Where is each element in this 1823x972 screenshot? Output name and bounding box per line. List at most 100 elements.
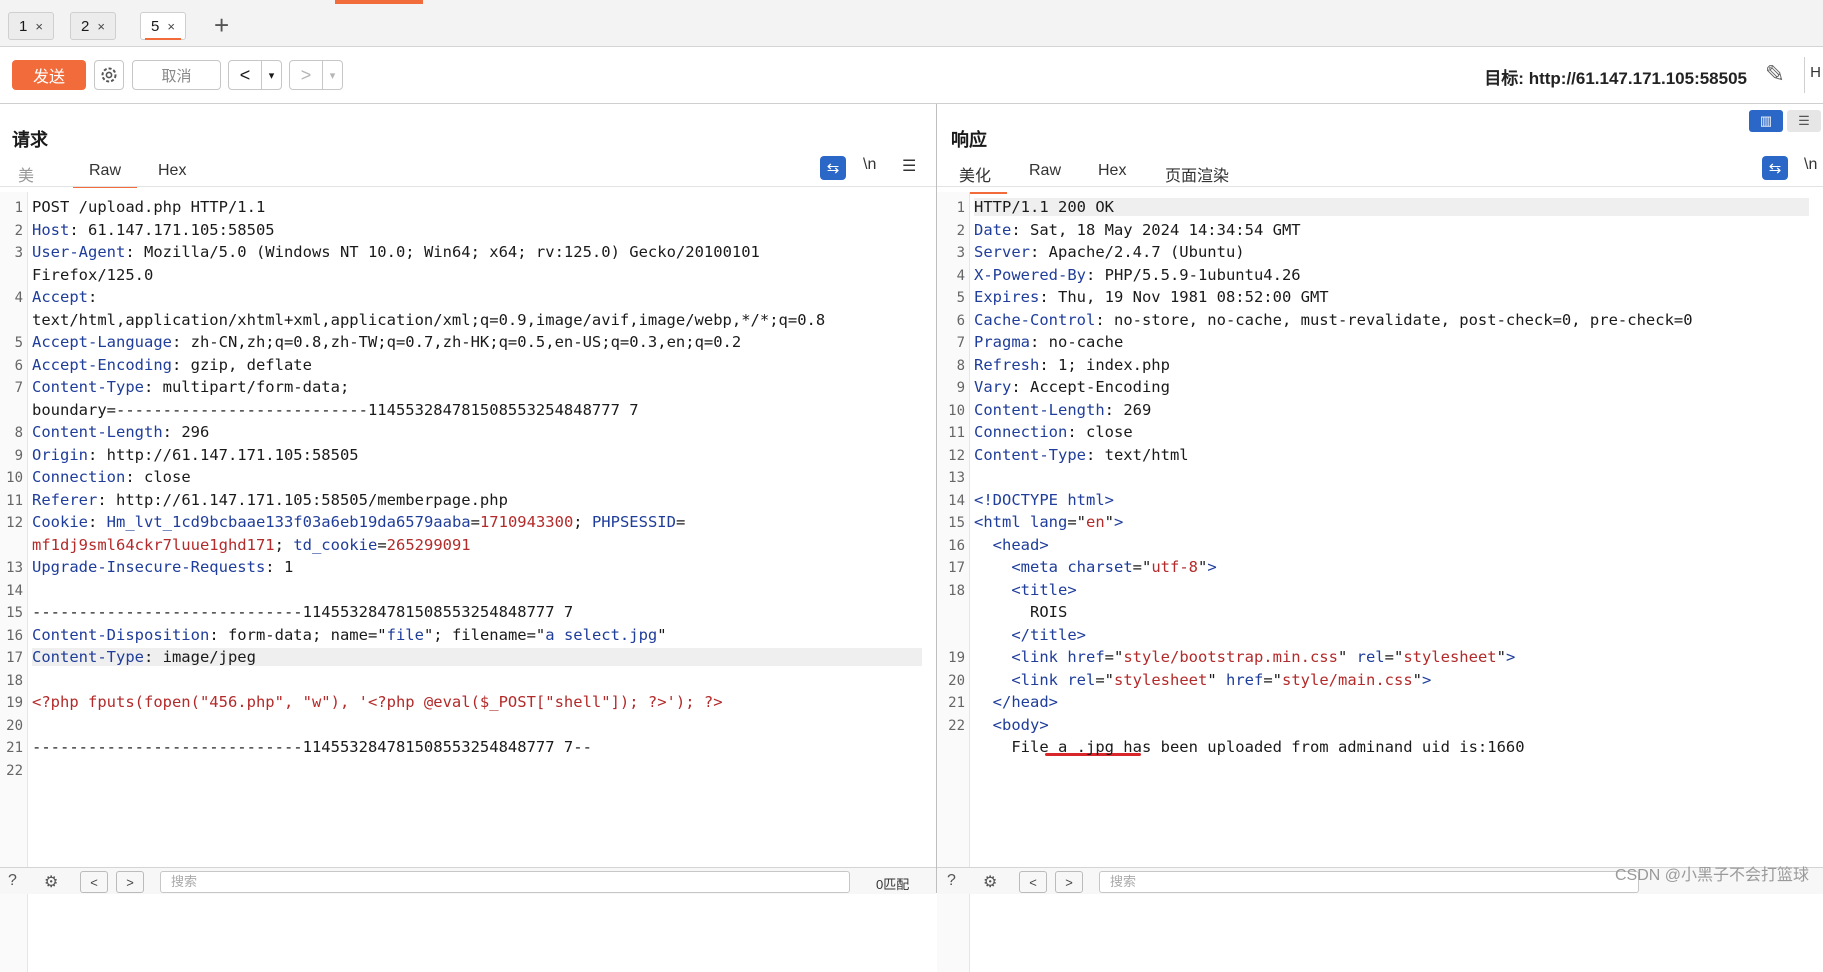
menu-icon[interactable]: ☰ [902, 156, 916, 176]
settings-button[interactable] [94, 60, 124, 90]
line-number: 3 [956, 245, 965, 261]
tab-hex[interactable]: Hex [1098, 162, 1126, 180]
tab-hex[interactable]: Hex [158, 162, 186, 180]
wrap-lines-icon[interactable]: ⇆ [820, 156, 846, 180]
code-token: Content-Type [32, 648, 144, 666]
code-token: =" [1095, 670, 1114, 689]
close-icon[interactable]: × [35, 19, 43, 34]
layout-toggle[interactable]: ▥ ☰ [1749, 110, 1821, 132]
tab-2[interactable]: 2 × [70, 12, 116, 40]
help-icon[interactable]: ? [8, 872, 17, 890]
request-editor[interactable]: 1 2 3 4 5 6 7 8 9 10 11 12 13 14 15 16 17 18 19 20 21 22 POST… [0, 192, 936, 972]
add-tab-icon[interactable]: + [214, 10, 229, 40]
code-token: ; [573, 513, 592, 531]
line-number: 8 [14, 425, 23, 441]
close-icon[interactable]: × [97, 19, 105, 34]
code-line: Server: Apache/2.4.7 (Ubuntu) [974, 243, 1245, 261]
line-number: 12 [948, 447, 965, 464]
code-token: Firefox/125.0 [32, 265, 154, 284]
line-number: 1 [956, 200, 965, 216]
tab-render[interactable]: 页面渲染 [1165, 162, 1229, 186]
help-icon[interactable]: ? [947, 872, 956, 890]
tab-1[interactable]: 1 × [8, 12, 54, 40]
code-line: <html lang="en"> [974, 513, 1123, 531]
split-vertical-icon[interactable]: ☰ [1787, 110, 1821, 132]
newline-toggle[interactable]: \n [863, 156, 876, 174]
code-line: <title> [974, 581, 1076, 599]
send-button[interactable]: 发送 [12, 60, 86, 90]
code-line: Host: 61.147.171.105:58505 [32, 221, 275, 239]
next-match-button[interactable]: > [116, 871, 144, 893]
response-editor[interactable]: 1 2 3 4 5 6 7 8 9 10 11 12 13 14 15 16 17 18 19 20 21 22 HTTP… [937, 192, 1823, 972]
prev-match-button[interactable]: < [1019, 871, 1047, 893]
request-title: 请求 [12, 130, 48, 150]
code-token: : form-data; name=" [209, 625, 387, 644]
code-token: : gzip, deflate [171, 355, 312, 374]
code-token: Date [974, 220, 1012, 239]
code-token: mf1dj9sml64ckr7luue1ghd171 [32, 535, 275, 554]
next-match-button[interactable]: > [1055, 871, 1083, 893]
code-token: Cookie [32, 513, 88, 531]
line-number: 22 [948, 717, 965, 734]
code-line: </head> [974, 693, 1058, 711]
code-token: <body> [992, 715, 1049, 734]
chevron-down-icon[interactable]: ▾ [262, 61, 281, 89]
chevron-down-icon[interactable]: ▾ [323, 61, 342, 89]
gear-icon[interactable]: ⚙ [983, 872, 997, 892]
search-input[interactable]: 搜索 [160, 871, 850, 893]
code-token: =" [1384, 648, 1404, 666]
tab-pretty[interactable]: 美化 [942, 162, 1008, 194]
close-icon[interactable]: × [167, 19, 175, 34]
code-token: </title> [1011, 625, 1086, 644]
line-number: 5 [956, 290, 965, 306]
code-token: </head> [992, 693, 1058, 711]
divider [937, 186, 1823, 187]
forward-button[interactable]: > [290, 61, 323, 89]
prev-match-button[interactable]: < [80, 871, 108, 893]
code-token: href [1067, 648, 1105, 666]
line-number: 1 [14, 200, 23, 216]
back-button[interactable]: < [229, 61, 262, 89]
response-subtabs: 美化 Raw Hex 页面渲染 [937, 158, 1823, 194]
newline-toggle[interactable]: \n [1804, 156, 1817, 174]
code-token: <head> [992, 535, 1049, 554]
code-token: : Apache/2.4.7 (Ubuntu) [1030, 243, 1245, 261]
code-token: td_cookie [293, 535, 378, 554]
code-token: Connection [32, 468, 126, 486]
tab-raw[interactable]: Raw [72, 162, 138, 188]
code-token: : close [1067, 423, 1133, 441]
line-number: 6 [14, 357, 23, 374]
code-token: en [1086, 513, 1105, 531]
forward-nav[interactable]: > ▾ [289, 60, 343, 90]
code-line: mf1dj9sml64ckr7luue1ghd171; td_cookie=26… [32, 536, 471, 554]
tab-raw[interactable]: Raw [1029, 162, 1061, 180]
code-token: Accept [32, 288, 88, 306]
code-token: "; filename=" [423, 625, 546, 644]
tab-pretty[interactable]: 美 [18, 162, 34, 186]
back-nav[interactable]: < ▾ [228, 60, 282, 90]
code-line: boundary=---------------------------1145… [32, 401, 639, 419]
code-token: file [386, 625, 424, 644]
edit-pencil-icon[interactable]: ✎ [1765, 60, 1785, 89]
cancel-button[interactable]: 取消 [132, 60, 221, 90]
line-number: 19 [6, 695, 23, 711]
code-line: Pragma: no-cache [974, 333, 1123, 351]
code-token: 265299091 [386, 535, 471, 554]
code-line: HTTP/1.1 200 OK [974, 198, 1809, 216]
code-token: Pragma [974, 333, 1030, 351]
code-token: 1710943300 [479, 513, 574, 531]
wrap-lines-icon[interactable]: ⇆ [1762, 156, 1788, 180]
code-token: <meta [1011, 558, 1068, 576]
line-number: 21 [6, 740, 23, 756]
line-number: 2 [14, 222, 23, 239]
gear-icon[interactable]: ⚙ [44, 872, 58, 892]
code-token: : PHP/5.5.9-1ubuntu4.26 [1085, 265, 1301, 284]
search-input[interactable]: 搜索 [1099, 871, 1639, 893]
code-token: charset [1067, 558, 1133, 576]
code-token: <link [1011, 648, 1068, 666]
split-horizontal-icon[interactable]: ▥ [1749, 110, 1783, 132]
code-token: : [88, 288, 98, 306]
tab-5[interactable]: 5 × [140, 12, 186, 40]
